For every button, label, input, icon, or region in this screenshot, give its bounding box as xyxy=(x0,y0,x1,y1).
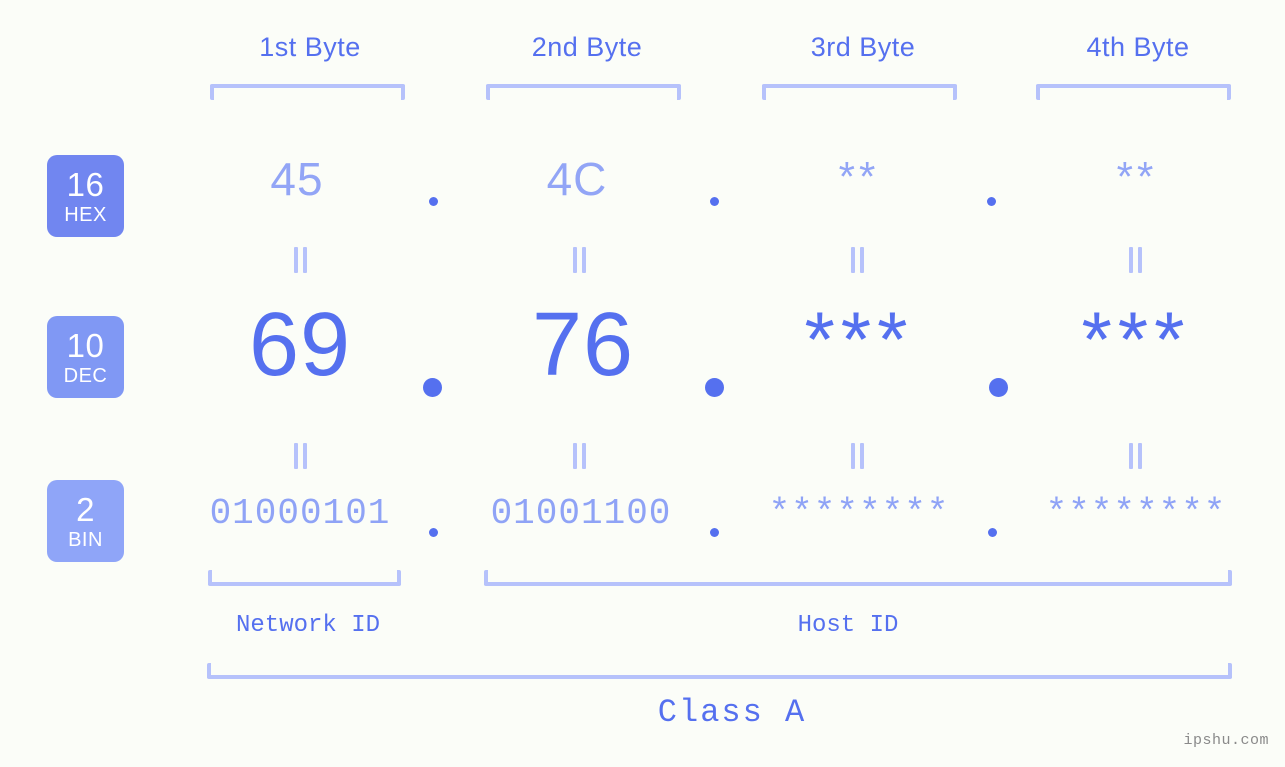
byte-bracket-4 xyxy=(1036,84,1231,100)
byte-bracket-1 xyxy=(210,84,405,100)
equality-mark-hex-dec-2 xyxy=(573,247,586,273)
dec-byte-2: 76 xyxy=(531,295,635,395)
equality-mark-hex-dec-3 xyxy=(851,247,864,273)
byte-bracket-2 xyxy=(486,84,681,100)
dec-byte-1: 69 xyxy=(248,295,352,395)
host-id-label: Host ID xyxy=(797,612,899,639)
radix-badge-hex: 16 HEX xyxy=(47,155,124,237)
equality-mark-hex-dec-4 xyxy=(1129,247,1142,273)
equality-mark-dec-bin-2 xyxy=(573,443,586,469)
hex-separator-dot-2 xyxy=(710,197,719,206)
bin-byte-4: ******** xyxy=(1045,493,1227,534)
hex-byte-1: 45 xyxy=(270,153,324,205)
dec-byte-4: *** xyxy=(1081,295,1191,383)
radix-badge-bin: 2 BIN xyxy=(47,480,124,562)
hex-byte-3: ** xyxy=(838,153,880,200)
hex-separator-dot-3 xyxy=(987,197,996,206)
host-id-bracket xyxy=(484,570,1232,586)
dec-byte-3: *** xyxy=(804,295,914,383)
hex-byte-2: 4C xyxy=(546,153,608,205)
network-id-label: Network ID xyxy=(235,612,381,639)
byte-header-3: 3rd Byte xyxy=(810,32,916,62)
radix-badge-dec-number: 10 xyxy=(66,326,105,364)
network-id-bracket xyxy=(208,570,401,586)
radix-badge-dec: 10 DEC xyxy=(47,316,124,398)
radix-badge-dec-unit: DEC xyxy=(63,364,108,387)
radix-badge-bin-unit: BIN xyxy=(68,528,103,551)
dec-separator-dot-1 xyxy=(423,378,442,397)
ip-address-breakdown-diagram: 1st Byte 2nd Byte 3rd Byte 4th Byte 16 H… xyxy=(0,0,1285,767)
dec-separator-dot-3 xyxy=(989,378,1008,397)
bin-separator-dot-3 xyxy=(988,528,997,537)
bin-separator-dot-1 xyxy=(429,528,438,537)
bin-byte-1: 01000101 xyxy=(209,493,391,534)
class-label: Class A xyxy=(657,694,807,731)
byte-header-4: 4th Byte xyxy=(1086,32,1190,62)
radix-badge-hex-number: 16 xyxy=(66,165,105,203)
radix-badge-bin-number: 2 xyxy=(76,490,95,528)
equality-mark-hex-dec-1 xyxy=(294,247,307,273)
bin-byte-2: 01001100 xyxy=(490,493,672,534)
byte-header-2: 2nd Byte xyxy=(531,32,643,62)
hex-separator-dot-1 xyxy=(429,197,438,206)
bin-byte-3: ******** xyxy=(768,493,950,534)
radix-badge-hex-unit: HEX xyxy=(64,203,107,226)
equality-mark-dec-bin-4 xyxy=(1129,443,1142,469)
class-bracket xyxy=(207,663,1232,679)
equality-mark-dec-bin-3 xyxy=(851,443,864,469)
byte-bracket-3 xyxy=(762,84,957,100)
watermark: ipshu.com xyxy=(1183,732,1269,749)
equality-mark-dec-bin-1 xyxy=(294,443,307,469)
hex-byte-4: ** xyxy=(1116,153,1158,200)
bin-separator-dot-2 xyxy=(710,528,719,537)
dec-separator-dot-2 xyxy=(705,378,724,397)
byte-header-1: 1st Byte xyxy=(259,32,361,62)
